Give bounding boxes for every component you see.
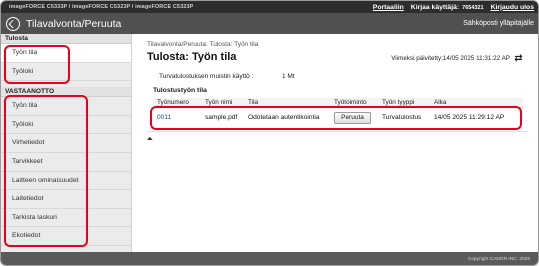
breadcrumb: Tilavalvonta/Peruuta: Tulosta: Työn tila [147,41,259,48]
browser-frame: imageFORCE C5333P / imageFORCE C5323P / … [0,0,539,266]
main-content: Tilavalvonta/Peruuta: Tulosta: Työn tila… [132,34,538,252]
highlight-job-row [150,106,522,130]
highlight-print-items [4,45,70,84]
divider [147,131,527,132]
jobs-table-title: Tulostustyön tila [153,87,207,94]
last-updated: Viimeksi päivitetty:14/05 2025 11:31:22 … [391,55,510,62]
logged-user-label: Kirjaa käyttäjä: [410,3,460,11]
logout-link[interactable]: Kirjaudu ulos [491,4,534,11]
col-status: Tila [248,99,259,106]
logged-user-value: 7654321 [462,4,484,11]
refresh-icon[interactable]: ⇄ [513,53,524,64]
portal-link[interactable]: Portaaliin [373,4,404,11]
top-links: Portaaliin Kirjaa käyttäjä: 7654321 Kirja… [373,1,534,13]
logged-user: Kirjaa käyttäjä: 7654321 [411,4,484,11]
sidebar-section-print: Tulosta [1,34,131,44]
back-to-top-icon[interactable]: ⏶ [147,136,153,143]
top-bar: imageFORCE C5333P / imageFORCE C5323P / … [1,1,538,13]
col-job-action: Työtoiminto [334,99,367,106]
memory-usage-value: 1 Mt [282,73,295,80]
col-job-type: Työn tyyppi [382,99,415,106]
page-title: Tulosta: Työn tila [147,51,237,63]
col-start: Alka [434,99,447,106]
email-admin-link[interactable]: Sähköposti ylläpitäjälle [463,20,534,27]
footer: Copyright CANON INC. 2025 [1,252,538,265]
title-bar: Tilavalvonta/Peruuta Sähköposti ylläpitä… [1,13,538,34]
device-model-text: imageFORCE C5333P / imageFORCE C5323P / … [9,4,194,10]
app-title: Tilavalvonta/Peruuta [26,17,122,30]
home-icon[interactable] [6,16,20,31]
col-job-name: Työn nimi [205,99,233,106]
highlight-receive-items [4,95,88,247]
memory-usage-label: Turvatulostuksen muistin käyttö : [159,73,254,80]
col-job-number: Työnumero [157,99,189,106]
